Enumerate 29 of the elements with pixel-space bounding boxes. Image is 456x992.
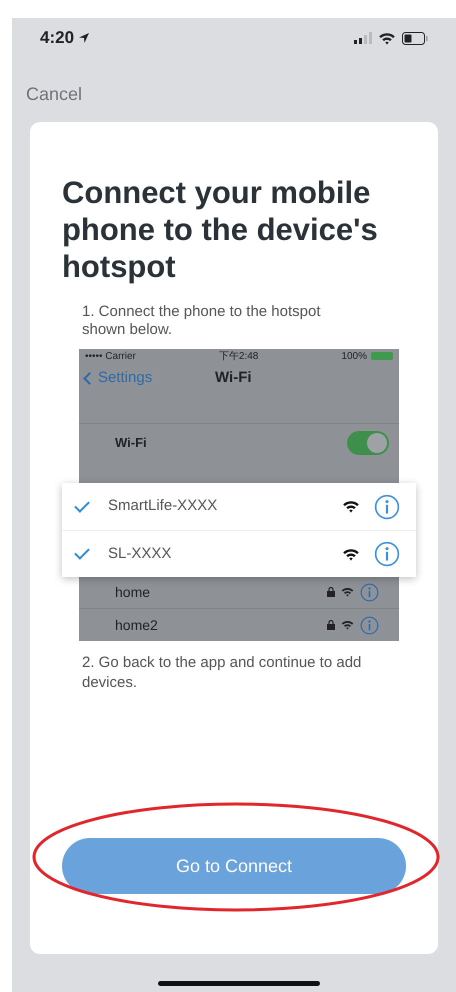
location-arrow-icon	[78, 32, 90, 44]
page-title: Connect your mobile phone to the device's hotspot	[62, 174, 379, 285]
hotspot-name[interactable]: SL-XXXX	[108, 542, 342, 566]
wifi-toggle[interactable]	[347, 430, 389, 454]
wifi-icon	[341, 620, 354, 630]
info-icon[interactable]	[360, 582, 379, 602]
info-icon[interactable]	[374, 494, 400, 520]
wifi-icon	[342, 548, 360, 560]
network-name[interactable]: home	[115, 582, 150, 602]
info-icon[interactable]	[360, 616, 379, 634]
info-icon[interactable]	[374, 541, 400, 567]
battery-text: 100%	[341, 350, 367, 364]
status-time: 4:20	[40, 27, 74, 50]
step-text: 2. Go back to the app and continue to add devices.	[81, 653, 362, 693]
cancel-button[interactable]: Cancel	[26, 81, 82, 108]
network-name[interactable]: home2	[115, 614, 158, 636]
step-text: 1. Connect the phone to the hotspot shown below.	[81, 303, 322, 339]
hotspot-name[interactable]: SmartLife-XXXX	[108, 495, 342, 518]
signal-icon	[354, 32, 372, 44]
wifi-icon	[341, 587, 354, 597]
screen-title: Wi-Fi	[215, 368, 252, 388]
wifi-icon	[378, 32, 396, 44]
carrier-text: ••••• Carrier	[85, 350, 136, 364]
wifi-icon	[342, 500, 360, 513]
clock-text: 下午2:48	[218, 350, 258, 364]
connect-button[interactable]: Go to Connect	[62, 838, 406, 894]
battery-icon	[402, 32, 428, 44]
battery-icon	[370, 352, 393, 360]
wifi-label: Wi-Fi	[115, 434, 147, 452]
